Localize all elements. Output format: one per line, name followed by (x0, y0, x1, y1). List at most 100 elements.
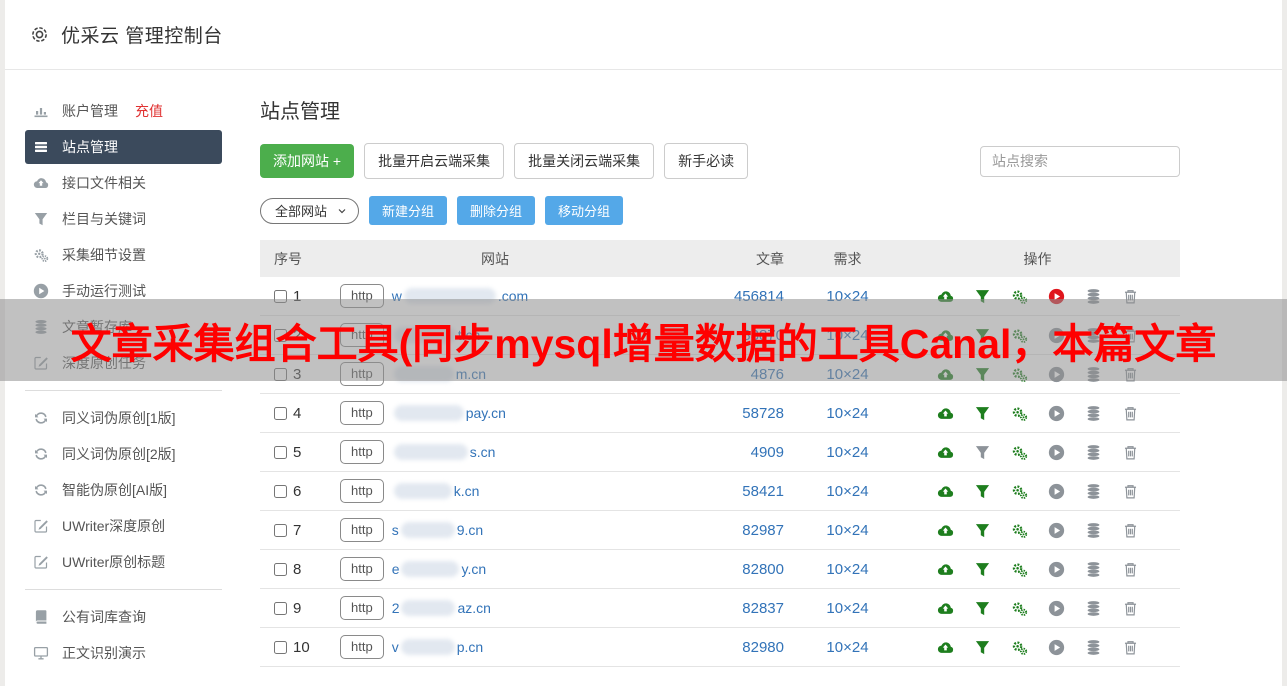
site-url-prefix[interactable]: w (392, 288, 402, 304)
site-url[interactable]: m.cn (456, 366, 486, 382)
delete-action-icon[interactable] (1122, 327, 1139, 344)
site-url[interactable]: y.cn (461, 561, 486, 577)
newbie-guide-button[interactable]: 新手必读 (664, 143, 749, 179)
run-action-icon[interactable] (1048, 327, 1065, 344)
upload-action-icon[interactable] (937, 327, 954, 344)
storage-action-icon[interactable] (1085, 522, 1102, 539)
upload-action-icon[interactable] (937, 444, 954, 461)
new-group-button[interactable]: 新建分组 (369, 196, 448, 225)
sidebar-item-staging[interactable]: 文章暂存库 (25, 310, 222, 344)
row-checkbox[interactable] (274, 328, 287, 342)
upload-action-icon[interactable] (937, 483, 954, 500)
row-checkbox[interactable] (274, 484, 287, 498)
sidebar-item-deep-task[interactable]: 深度原创任务 (25, 346, 222, 380)
run-action-icon[interactable] (1048, 288, 1065, 305)
delete-action-icon[interactable] (1122, 366, 1139, 383)
sidebar-item-collect[interactable]: 采集细节设置 (25, 238, 222, 272)
filter-action-icon[interactable] (974, 600, 991, 617)
row-checkbox[interactable] (274, 406, 287, 420)
upload-action-icon[interactable] (937, 405, 954, 422)
sidebar-item-columns[interactable]: 栏目与关键词 (25, 202, 222, 236)
run-action-icon[interactable] (1048, 444, 1065, 461)
filter-action-icon[interactable] (974, 327, 991, 344)
settings-action-icon[interactable] (1011, 327, 1028, 344)
upload-action-icon[interactable] (937, 639, 954, 656)
move-group-button[interactable]: 移动分组 (545, 196, 624, 225)
settings-action-icon[interactable] (1011, 639, 1028, 656)
row-checkbox[interactable] (274, 562, 287, 576)
site-url[interactable]: s.cn (470, 444, 496, 460)
row-checkbox[interactable] (274, 445, 287, 459)
settings-action-icon[interactable] (1011, 483, 1028, 500)
row-checkbox[interactable] (274, 523, 287, 537)
filter-action-icon[interactable] (974, 522, 991, 539)
site-url[interactable]: az.cn (457, 600, 490, 616)
row-checkbox[interactable] (274, 367, 287, 381)
run-action-icon[interactable] (1048, 639, 1065, 656)
sidebar-item-content-demo[interactable]: 正文识别演示 (25, 636, 222, 670)
site-url-prefix[interactable]: 2 (392, 600, 400, 616)
storage-action-icon[interactable] (1085, 483, 1102, 500)
run-action-icon[interactable] (1048, 366, 1065, 383)
filter-action-icon[interactable] (974, 405, 991, 422)
recharge-link[interactable]: 充值 (135, 101, 163, 121)
upload-action-icon[interactable] (937, 561, 954, 578)
delete-action-icon[interactable] (1122, 288, 1139, 305)
settings-action-icon[interactable] (1011, 444, 1028, 461)
sidebar-item-synonym-1[interactable]: 同义词伪原创[1版] (25, 401, 222, 435)
run-action-icon[interactable] (1048, 600, 1065, 617)
settings-action-icon[interactable] (1011, 522, 1028, 539)
delete-group-button[interactable]: 删除分组 (457, 196, 536, 225)
upload-action-icon[interactable] (937, 522, 954, 539)
delete-action-icon[interactable] (1122, 639, 1139, 656)
site-url[interactable]: p.cn (457, 639, 483, 655)
group-filter-select[interactable]: 全部网站 (260, 197, 360, 224)
run-action-icon[interactable] (1048, 483, 1065, 500)
site-url-prefix[interactable]: s (392, 522, 399, 538)
site-url-prefix[interactable]: e (392, 561, 400, 577)
sidebar-item-sites[interactable]: 站点管理 (25, 130, 222, 164)
settings-action-icon[interactable] (1011, 561, 1028, 578)
row-checkbox[interactable] (274, 601, 287, 615)
sidebar-item-interface[interactable]: 接口文件相关 (25, 166, 222, 200)
site-url[interactable]: t.cn (458, 327, 481, 343)
storage-action-icon[interactable] (1085, 405, 1102, 422)
delete-action-icon[interactable] (1122, 444, 1139, 461)
delete-action-icon[interactable] (1122, 522, 1139, 539)
site-url[interactable]: pay.cn (466, 405, 506, 421)
delete-action-icon[interactable] (1122, 483, 1139, 500)
run-action-icon[interactable] (1048, 405, 1065, 422)
run-action-icon[interactable] (1048, 522, 1065, 539)
settings-action-icon[interactable] (1011, 366, 1028, 383)
site-search-input[interactable] (980, 145, 1180, 177)
storage-action-icon[interactable] (1085, 444, 1102, 461)
storage-action-icon[interactable] (1085, 366, 1102, 383)
sidebar-item-uwriter-deep[interactable]: UWriter深度原创 (25, 509, 222, 543)
upload-action-icon[interactable] (937, 288, 954, 305)
storage-action-icon[interactable] (1085, 561, 1102, 578)
filter-action-icon[interactable] (974, 639, 991, 656)
batch-open-cloud-button[interactable]: 批量开启云端采集 (364, 143, 505, 179)
row-checkbox[interactable] (274, 640, 287, 654)
sidebar-item-thesaurus[interactable]: 公有词库查询 (25, 600, 222, 634)
sidebar-item-manual-test[interactable]: 手动运行测试 (25, 274, 222, 308)
row-checkbox[interactable] (274, 289, 287, 303)
settings-action-icon[interactable] (1011, 600, 1028, 617)
run-action-icon[interactable] (1048, 561, 1065, 578)
sidebar-item-synonym-2[interactable]: 同义词伪原创[2版] (25, 437, 222, 471)
delete-action-icon[interactable] (1122, 405, 1139, 422)
site-url[interactable]: 9.cn (457, 522, 483, 538)
sidebar-item-ai-rewrite[interactable]: 智能伪原创[AI版] (25, 473, 222, 507)
site-url[interactable]: k.cn (454, 483, 480, 499)
filter-action-icon[interactable] (974, 366, 991, 383)
upload-action-icon[interactable] (937, 600, 954, 617)
delete-action-icon[interactable] (1122, 600, 1139, 617)
storage-action-icon[interactable] (1085, 639, 1102, 656)
add-site-button[interactable]: 添加网站 + (260, 144, 355, 178)
settings-action-icon[interactable] (1011, 405, 1028, 422)
filter-action-icon[interactable] (974, 444, 991, 461)
upload-action-icon[interactable] (937, 366, 954, 383)
sidebar-item-account[interactable]: 账户管理 充值 (25, 94, 222, 128)
filter-action-icon[interactable] (974, 483, 991, 500)
settings-action-icon[interactable] (1011, 288, 1028, 305)
